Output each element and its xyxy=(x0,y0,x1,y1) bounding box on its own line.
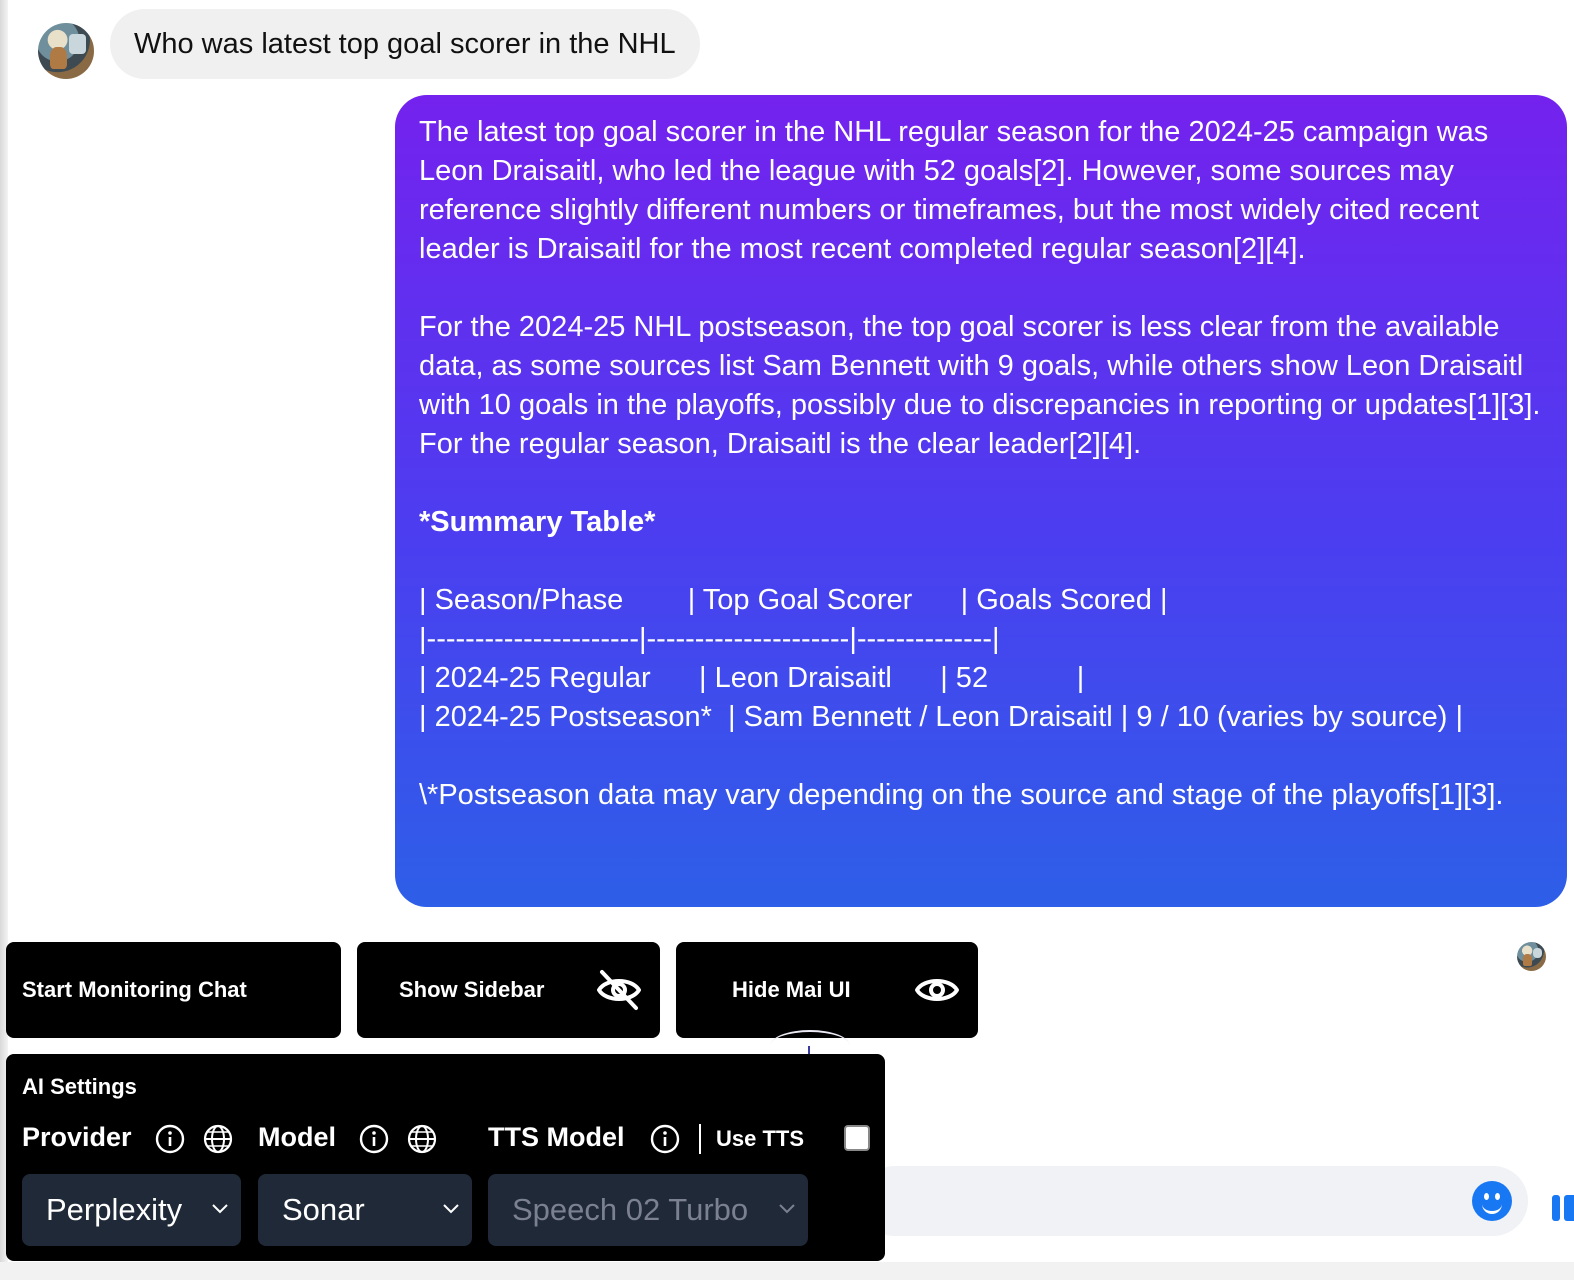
provider-label: Provider xyxy=(22,1122,132,1152)
start-monitoring-chat-button[interactable]: Start Monitoring Chat xyxy=(6,942,341,1038)
globe-icon[interactable] xyxy=(202,1123,234,1155)
tts-model-label: TTS Model xyxy=(488,1122,625,1152)
chevron-down-icon xyxy=(443,1204,459,1214)
summary-table-row: | 2024-25 Regular | Leon Draisaitl | 52 … xyxy=(419,662,1085,694)
info-circle-icon[interactable] xyxy=(358,1123,390,1155)
message-composer[interactable] xyxy=(860,1166,1528,1236)
seen-avatar xyxy=(1517,942,1546,971)
tts-model-select[interactable]: Speech 02 Turbo xyxy=(488,1174,808,1246)
summary-footnote: \*Postseason data may vary depending on … xyxy=(419,779,1504,811)
ai-response-bubble: The latest top goal scorer in the NHL re… xyxy=(395,95,1567,907)
like-icon[interactable] xyxy=(1552,1195,1574,1221)
start-monitoring-label: Start Monitoring Chat xyxy=(22,977,247,1002)
globe-icon[interactable] xyxy=(406,1123,438,1155)
user-avatar xyxy=(38,23,94,79)
summary-table-row: | 2024-25 Postseason* | Sam Bennett / Le… xyxy=(419,701,1464,733)
model-select[interactable]: Sonar xyxy=(258,1174,472,1246)
model-label: Model xyxy=(258,1122,336,1152)
use-tts-checkbox[interactable] xyxy=(844,1125,870,1151)
chevron-down-icon xyxy=(779,1204,795,1214)
info-circle-icon[interactable] xyxy=(154,1123,186,1155)
show-sidebar-label: Show Sidebar xyxy=(399,977,545,1002)
provider-select-value: Perplexity xyxy=(46,1192,183,1227)
summary-heading: *Summary Table* xyxy=(419,506,656,538)
eye-icon xyxy=(915,979,959,1001)
hide-mai-ui-label: Hide Mai UI xyxy=(732,977,851,1002)
chevron-down-icon xyxy=(212,1204,228,1214)
eye-off-icon xyxy=(597,970,641,1010)
summary-table-divider: |----------------------|----------------… xyxy=(419,623,1000,655)
info-circle-icon[interactable] xyxy=(649,1123,681,1155)
ai-settings-title: AI Settings xyxy=(22,1074,137,1099)
user-message-bubble: Who was latest top goal scorer in the NH… xyxy=(110,9,700,79)
provider-select[interactable]: Perplexity xyxy=(22,1174,241,1246)
bottom-edge xyxy=(0,1262,1574,1280)
ai-response-paragraph-2: For the 2024-25 NHL postseason, the top … xyxy=(419,311,1541,460)
use-tts-label: Use TTS xyxy=(716,1126,805,1151)
divider xyxy=(699,1124,701,1154)
hide-mai-ui-button[interactable]: Hide Mai UI xyxy=(676,942,978,1038)
show-sidebar-button[interactable]: Show Sidebar xyxy=(357,942,660,1038)
emoji-icon[interactable] xyxy=(1472,1181,1512,1221)
model-select-value: Sonar xyxy=(282,1192,365,1227)
tts-model-select-value: Speech 02 Turbo xyxy=(512,1192,749,1227)
summary-table-header: | Season/Phase | Top Goal Scorer | Goals… xyxy=(419,584,1168,616)
ai-response-paragraph-1: The latest top goal scorer in the NHL re… xyxy=(419,116,1489,265)
user-message-text: Who was latest top goal scorer in the NH… xyxy=(134,27,676,60)
